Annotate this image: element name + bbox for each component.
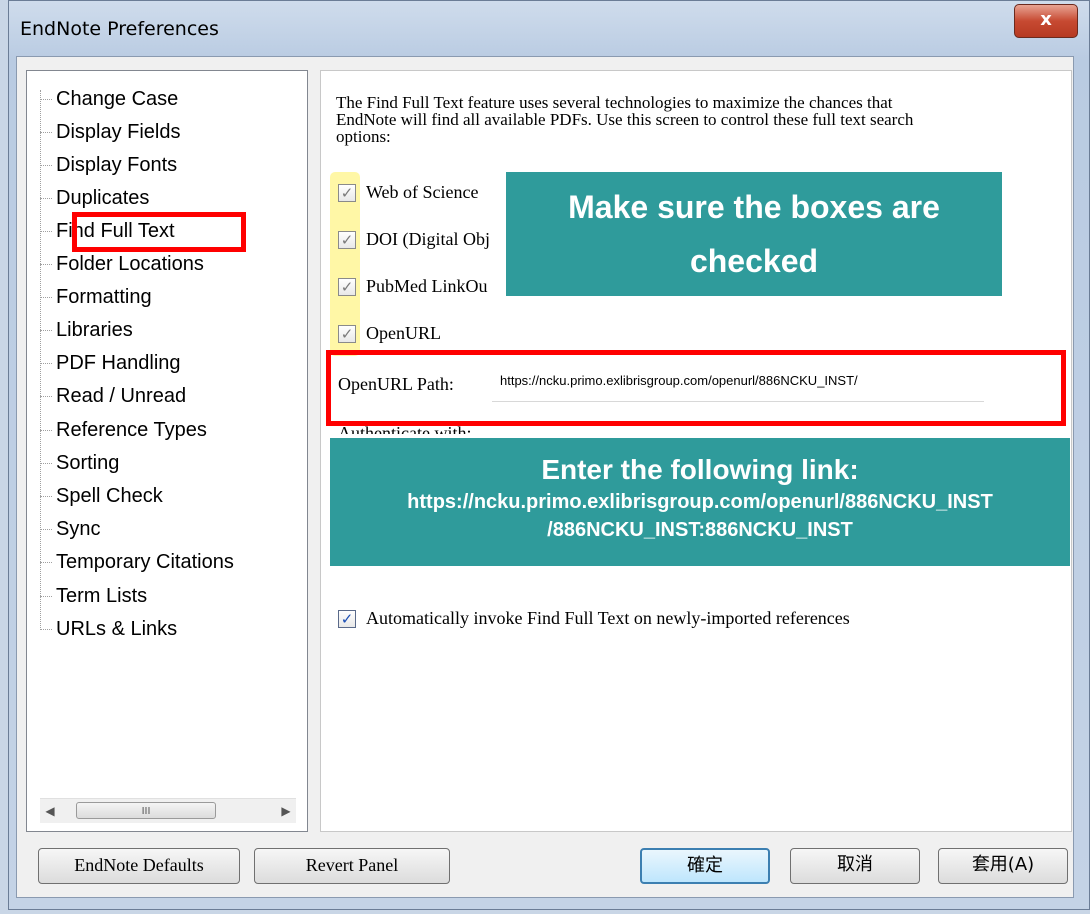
tree-item-term-lists[interactable]: Term Lists: [40, 581, 147, 611]
scroll-thumb[interactable]: III: [76, 802, 216, 819]
tree-item-label: Folder Locations: [56, 253, 204, 275]
openurl-path-label: OpenURL Path:: [338, 374, 454, 394]
enter-link-url-line2: /886NCKU_INST:886NCKU_INST: [547, 519, 853, 541]
enter-link-url-line1: https://ncku.primo.exlibrisgroup.com/ope…: [407, 491, 993, 513]
endnote-defaults-button[interactable]: EndNote Defaults: [38, 848, 240, 884]
tree-item-formatting[interactable]: Formatting: [40, 282, 152, 312]
authenticate-label: Authenticate with:: [338, 424, 472, 434]
tree-item-temporary-citations[interactable]: Temporary Citations: [40, 547, 296, 577]
tree-item-sync[interactable]: Sync: [40, 514, 100, 544]
tree-item-label: Read / Unread: [56, 385, 187, 407]
tree-item-label: Display Fields: [56, 121, 181, 143]
boxes-checked-callout: Make sure the boxes are checked: [506, 172, 1002, 296]
apply-button[interactable]: 套用(A): [938, 848, 1068, 884]
tree-item-label: Display Fonts: [56, 154, 178, 176]
pubmed-linkout-label: PubMed LinkOu: [366, 276, 488, 296]
tree-item-label: Duplicates: [56, 187, 150, 209]
web-of-science-label: Web of Science: [366, 182, 479, 202]
tree-item-urls-links[interactable]: URLs & Links: [40, 614, 177, 644]
revert-panel-button[interactable]: Revert Panel: [254, 848, 450, 884]
tree-item-duplicates[interactable]: Duplicates: [40, 183, 149, 213]
tree-item-display-fields[interactable]: Display Fields: [40, 117, 180, 147]
window-title: EndNote Preferences: [20, 18, 219, 40]
doi-label: DOI (Digital Obj: [366, 229, 490, 249]
scroll-right-arrow-icon[interactable]: ▶: [276, 801, 296, 821]
tree-item-label: URLs & Links: [56, 618, 178, 640]
tree-item-label: Temporary Citations: [56, 551, 234, 573]
tree-item-pdf-handling[interactable]: PDF Handling: [40, 348, 181, 378]
tree-item-label: Term Lists: [56, 585, 148, 607]
tree-item-sorting[interactable]: Sorting: [40, 448, 119, 478]
tree-item-label: Reference Types: [56, 419, 207, 441]
enter-link-callout: Enter the following link: https://ncku.p…: [330, 438, 1070, 566]
tree-item-folder-locations[interactable]: Folder Locations: [40, 249, 204, 279]
web-of-science-checkbox[interactable]: ✓: [338, 184, 356, 202]
auto-invoke-checkbox[interactable]: ✓: [338, 610, 356, 628]
tree-item-display-fonts[interactable]: Display Fonts: [40, 150, 177, 180]
tree-item-label: Libraries: [56, 319, 133, 341]
auto-invoke-label: Automatically invoke Find Full Text on n…: [366, 608, 850, 628]
panel-description: The Find Full Text feature uses several …: [336, 93, 914, 146]
tree-item-read-unread[interactable]: Read / Unread: [40, 381, 186, 411]
openurl-checkbox[interactable]: ✓: [338, 325, 356, 343]
tree-item-change-case[interactable]: Change Case: [40, 84, 178, 114]
find-full-text-highlight: [72, 212, 246, 252]
tree-item-libraries[interactable]: Libraries: [40, 315, 133, 345]
tree-item-label: Spell Check: [56, 485, 163, 507]
tree-item-label: Sorting: [56, 452, 120, 474]
enter-link-heading: Enter the following link:: [541, 454, 859, 485]
scroll-left-arrow-icon[interactable]: ◀: [40, 801, 60, 821]
tree-horizontal-scrollbar[interactable]: ◀ III ▶: [40, 798, 296, 823]
cancel-button[interactable]: 取消: [790, 848, 920, 884]
openurl-label: OpenURL: [366, 323, 441, 343]
pubmed-linkout-checkbox[interactable]: ✓: [338, 278, 356, 296]
tree-item-label: Sync: [56, 518, 101, 540]
openurl-path-input[interactable]: https://ncku.primo.exlibrisgroup.com/ope…: [492, 368, 984, 402]
tree-item-label: Change Case: [56, 88, 179, 110]
tree-item-label: Formatting: [56, 286, 152, 308]
ok-button[interactable]: 確定: [640, 848, 770, 884]
tree-item-spell-check[interactable]: Spell Check: [40, 481, 163, 511]
doi-checkbox[interactable]: ✓: [338, 231, 356, 249]
tree-item-reference-types[interactable]: Reference Types: [40, 415, 207, 445]
tree-item-label: PDF Handling: [56, 352, 181, 374]
close-button[interactable]: x: [1014, 4, 1078, 38]
